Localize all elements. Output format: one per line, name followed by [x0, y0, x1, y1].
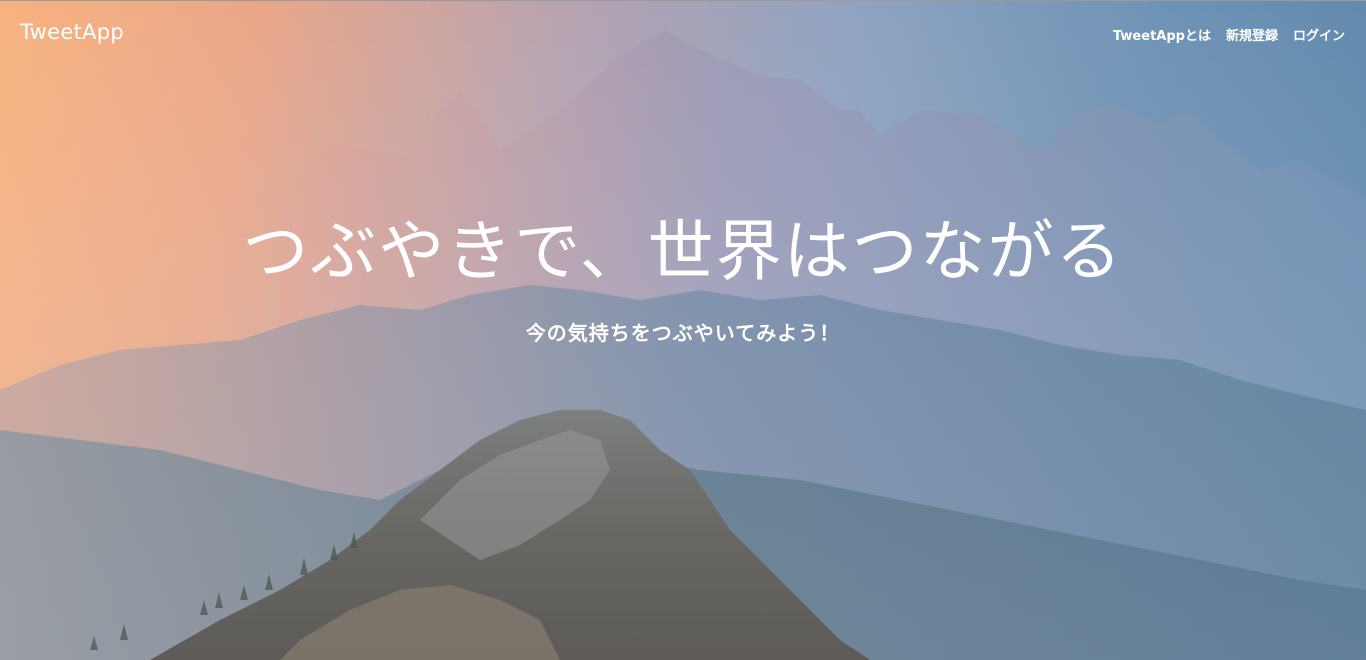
hero-subtitle: 今の気持ちをつぶやいてみよう！ [525, 321, 841, 345]
hero-title: つぶやきで、世界はつながる [242, 213, 1124, 290]
nav-link-about[interactable]: TweetAppとは [1113, 25, 1211, 44]
logo[interactable]: TweetApp [20, 20, 124, 44]
nav-link-signup[interactable]: 新規登録 [1226, 25, 1278, 44]
nav-link-login[interactable]: ログイン [1293, 25, 1345, 44]
hero-section: TweetApp TweetAppとは 新規登録 ログイン つぶやきで、世界はつ… [0, 0, 1366, 660]
top-nav: TweetAppとは 新規登録 ログイン [1113, 25, 1345, 44]
